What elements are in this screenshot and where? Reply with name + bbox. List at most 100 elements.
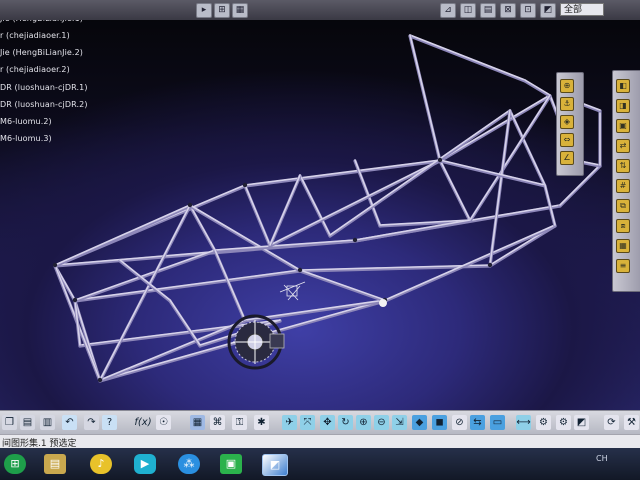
copy-icon[interactable]: ❐ <box>2 415 17 430</box>
constraint-icon[interactable]: ⊕ <box>560 79 574 93</box>
tray-language[interactable]: CH <box>596 454 608 463</box>
frame-joint <box>52 262 58 268</box>
catia-icon[interactable]: ◩ <box>262 454 288 476</box>
contact-icon[interactable]: ◈ <box>560 115 574 129</box>
angle-icon[interactable]: ∠ <box>560 151 574 165</box>
swap-icon[interactable]: ⇆ <box>470 415 485 430</box>
multi-instantiate-icon[interactable]: ⧉ <box>616 199 630 213</box>
replace-icon[interactable]: ⇄ <box>616 139 630 153</box>
iqiyi-icon[interactable]: ▣ <box>220 454 242 474</box>
right-toolbar-2: ◧ ◨ ▣ ⇄ ⇅ # ⧉ ⧈ ▦ ≡ <box>612 70 640 292</box>
bill-of-material-icon[interactable]: ≡ <box>616 259 630 273</box>
frame-tube <box>214 249 246 321</box>
fit-all-icon[interactable]: ⤧ <box>300 415 315 430</box>
tree-node[interactable]: r (chejiadiaoer.2) <box>0 65 70 74</box>
new-component-icon[interactable]: ◧ <box>616 79 630 93</box>
compass-indicator <box>279 281 306 301</box>
explode-icon[interactable]: ✱ <box>254 415 269 430</box>
paste-special-icon[interactable]: ▥ <box>40 415 55 430</box>
comment-icon[interactable]: ☉ <box>156 415 171 430</box>
lock-icon[interactable]: ⚿ <box>232 415 247 430</box>
frame-tube <box>99 204 191 381</box>
reorder-icon[interactable]: ⇅ <box>616 159 630 173</box>
tasks-icon[interactable]: ⁂ <box>178 454 200 474</box>
frame-joint <box>437 157 443 163</box>
filter-icon[interactable]: ⊿ <box>440 3 456 18</box>
zoom-out-icon[interactable]: ⊖ <box>374 415 389 430</box>
sectioning-icon[interactable]: ◩ <box>574 415 589 430</box>
help-icon[interactable]: ? <box>102 415 117 430</box>
snap-icon[interactable]: ⊞ <box>214 3 230 18</box>
windows-taskbar: ⊞ ▤ ♪ ▶ ⁂ ▣ ◩ CH <box>0 448 640 480</box>
status-bar: 间图形集.1 预选定 <box>0 434 640 449</box>
frame-tube <box>524 79 551 96</box>
renumber-icon[interactable]: # <box>616 179 630 193</box>
chassis-frame-model[interactable] <box>0 0 640 410</box>
frame-joint <box>72 297 78 303</box>
frame-tube <box>74 269 301 301</box>
properties-icon[interactable]: ▤ <box>480 3 496 18</box>
tree-node[interactable]: M6-luomu.3) <box>0 134 52 143</box>
frame-tube <box>384 224 556 301</box>
frame-joint <box>97 377 103 383</box>
formula-icon[interactable]: f(x) <box>133 415 153 430</box>
music-icon[interactable]: ♪ <box>90 454 112 474</box>
iso-view-icon[interactable]: ◆ <box>412 415 427 430</box>
video-icon[interactable]: ▶ <box>134 454 156 474</box>
measure-icon[interactable]: ⟷ <box>516 415 531 430</box>
tree-node[interactable]: DR (luoshuan-cjDR.1) <box>0 83 88 92</box>
frame-tube <box>439 159 546 186</box>
fly-icon[interactable]: ✈ <box>282 415 297 430</box>
analysis-icon[interactable]: ⊡ <box>520 3 536 18</box>
existing-component-icon[interactable]: ▣ <box>616 119 630 133</box>
frame-tube <box>99 319 246 381</box>
frame-joint <box>352 237 358 243</box>
reuse-pattern-icon[interactable]: ▦ <box>616 239 630 253</box>
fix-icon[interactable]: ⚓ <box>560 97 574 111</box>
material-icon[interactable]: ◩ <box>540 3 556 18</box>
start-icon[interactable]: ⊞ <box>4 454 26 474</box>
filter-combo[interactable]: 全部 <box>560 3 604 16</box>
layer-icon[interactable]: ◫ <box>460 3 476 18</box>
redo-icon[interactable]: ↷ <box>84 415 99 430</box>
undo-icon[interactable]: ↶ <box>62 415 77 430</box>
file-explorer-icon[interactable]: ▤ <box>44 454 66 474</box>
settings-icon[interactable]: ⚙ <box>536 415 551 430</box>
frame-tube <box>299 174 331 236</box>
frame-tube <box>439 94 551 161</box>
tree-node[interactable]: DR (luoshuan-cjDR.2) <box>0 100 88 109</box>
tools-icon[interactable]: ⚒ <box>624 415 639 430</box>
frame-tube <box>169 299 201 346</box>
tree-node[interactable]: r (chejiadiaoer.1) <box>0 31 70 40</box>
update-icon[interactable]: ⟳ <box>604 415 619 430</box>
rotate-icon[interactable]: ↻ <box>338 415 353 430</box>
grid-icon[interactable]: ▦ <box>232 3 248 18</box>
normal-view-icon[interactable]: ⇲ <box>392 415 407 430</box>
measure-icon[interactable]: ⊠ <box>500 3 516 18</box>
frame-tube <box>299 269 386 301</box>
offset-icon[interactable]: ⇔ <box>560 133 574 147</box>
table-icon[interactable]: ▦ <box>190 415 205 430</box>
capture-icon[interactable]: ▭ <box>490 415 505 430</box>
3d-viewport[interactable]: Jie (HengBiLianJie.1) r (chejiadiaoer.1)… <box>0 0 640 410</box>
pan-icon[interactable]: ✥ <box>320 415 335 430</box>
shading-icon[interactable]: ◼ <box>432 415 447 430</box>
frame-tube <box>409 34 526 81</box>
right-toolbar-1: ⊕ ⚓ ◈ ⇔ ∠ <box>556 72 584 176</box>
analysis-icon[interactable]: ⚙ <box>556 415 571 430</box>
frame-joint <box>242 182 248 188</box>
zoom-in-icon[interactable]: ⊕ <box>356 415 371 430</box>
paste-icon[interactable]: ▤ <box>20 415 35 430</box>
frame-tube <box>244 184 271 246</box>
hide-show-icon[interactable]: ⊘ <box>452 415 467 430</box>
insert-product-icon[interactable]: ◨ <box>616 99 630 113</box>
top-toolbar: ▸ ⊞ ▦ ⊿ ◫ ▤ ⊠ ⊡ ◩ 全部 <box>0 0 640 20</box>
tree-node[interactable]: M6-luomu.2) <box>0 117 52 126</box>
frame-tube <box>409 34 441 161</box>
select-icon[interactable]: ▸ <box>196 3 212 18</box>
fast-multi-icon[interactable]: ⧈ <box>616 219 630 233</box>
tree-node[interactable]: Jie (HengBiLianJie.2) <box>0 48 83 57</box>
tree-icon[interactable]: ⌘ <box>210 415 225 430</box>
frame-joint <box>187 202 193 208</box>
frame-joint <box>297 267 303 273</box>
